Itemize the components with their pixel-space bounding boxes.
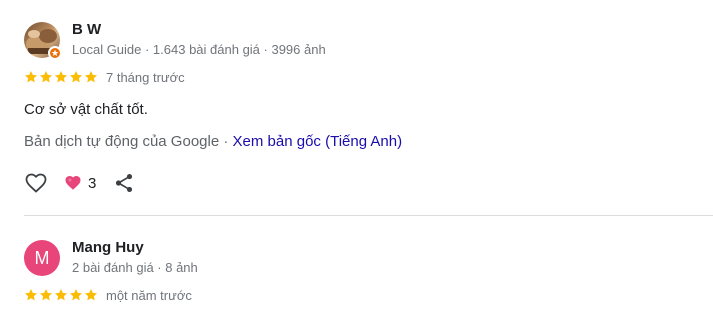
review-actions: 3 — [24, 170, 713, 196]
heart-filled-icon — [65, 175, 81, 190]
local-guide-star-icon — [48, 46, 62, 60]
like-button[interactable] — [24, 171, 48, 195]
translation-row: Bản dịch tự động của Google · Xem bản gố… — [24, 132, 713, 152]
reviewer-info: Mang Huy 2 bài đánh giá · 8 ảnh — [72, 239, 198, 277]
translation-note: Bản dịch tự động của Google — [24, 133, 220, 150]
star-icon — [24, 289, 38, 301]
translation-separator: · — [219, 133, 233, 150]
review-text: Cơ sở vật chất tốt. — [24, 101, 148, 118]
share-icon — [116, 174, 133, 192]
reviewer-info: B W Local Guide · 1.643 bài đánh giá · 3… — [72, 21, 326, 59]
star-icon — [69, 289, 83, 301]
star-rating — [24, 288, 98, 302]
reviewer-meta: 2 bài đánh giá · 8 ảnh — [72, 260, 198, 275]
reaction-count: 3 — [88, 174, 97, 192]
reviewer-meta: Local Guide · 1.643 bài đánh giá · 3996 … — [72, 42, 326, 57]
view-original-link[interactable]: Xem bản gốc (Tiếng Anh) — [233, 133, 403, 150]
star-icon — [39, 289, 53, 301]
review-time: 7 tháng trước — [106, 69, 185, 85]
heart-outline-icon — [25, 173, 47, 193]
rating-row: 7 tháng trước — [24, 68, 713, 86]
star-icon — [84, 289, 98, 301]
review-header: M Mang Huy 2 bài đánh giá · 8 ảnh — [24, 238, 713, 278]
star-icon — [54, 71, 68, 83]
review-card: B W Local Guide · 1.643 bài đánh giá · 3… — [24, 20, 713, 196]
review-header: B W Local Guide · 1.643 bài đánh giá · 3… — [24, 20, 713, 60]
review-divider — [24, 215, 713, 216]
share-button[interactable] — [112, 171, 136, 195]
avatar[interactable]: M — [24, 240, 60, 276]
star-icon — [39, 71, 53, 83]
reactions-button[interactable]: 3 — [64, 174, 96, 192]
rating-row: một năm trước — [24, 286, 713, 304]
reviewer-name[interactable]: B W — [72, 21, 326, 39]
avatar[interactable] — [24, 22, 62, 60]
star-icon — [69, 71, 83, 83]
star-icon — [54, 289, 68, 301]
review-time: một năm trước — [106, 287, 192, 303]
star-rating — [24, 70, 98, 84]
reviewer-name[interactable]: Mang Huy — [72, 239, 198, 257]
star-icon — [84, 71, 98, 83]
star-icon — [24, 71, 38, 83]
review-card: M Mang Huy 2 bài đánh giá · 8 ảnh một nă… — [24, 238, 713, 304]
